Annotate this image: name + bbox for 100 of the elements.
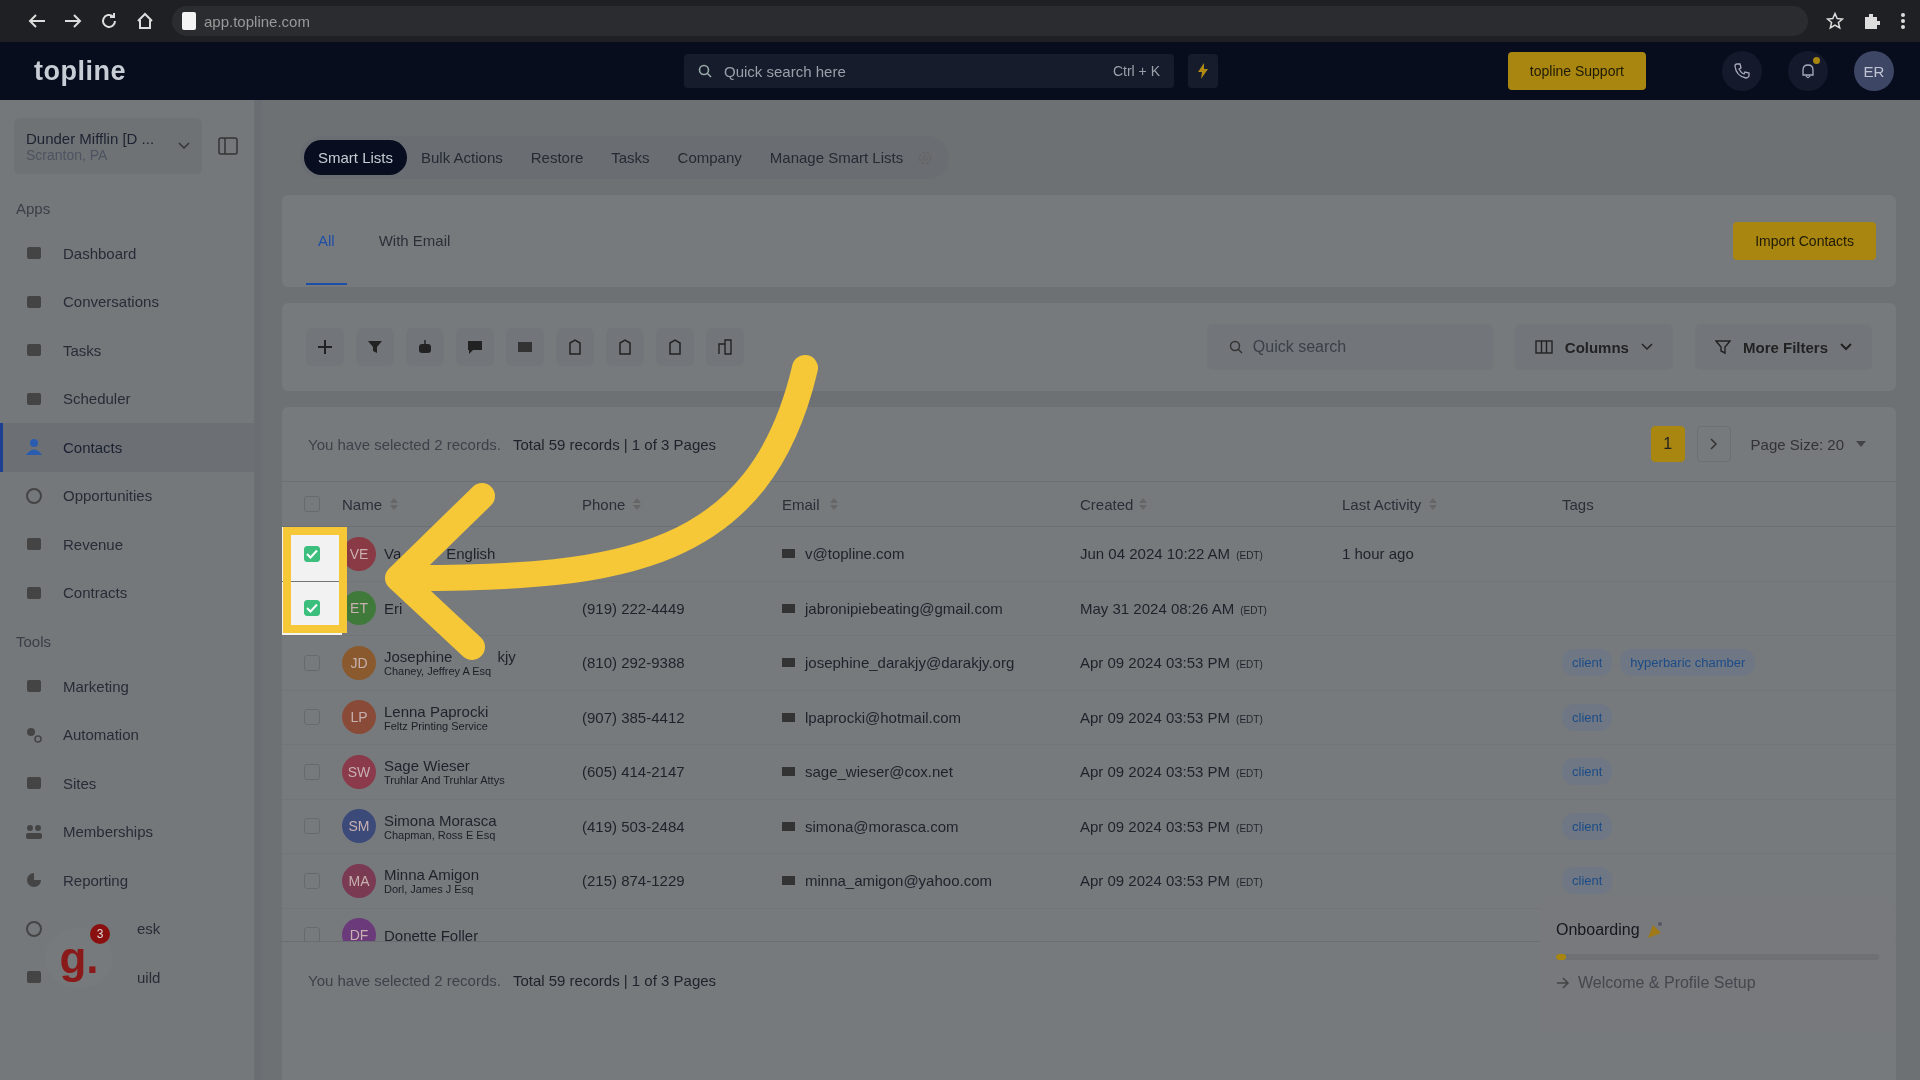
tab[interactable]: With Email: [366, 197, 463, 285]
sidebar-item[interactable]: uild: [137, 968, 161, 986]
contact-name[interactable]: kjy: [497, 648, 516, 666]
star-icon[interactable]: [1826, 12, 1844, 30]
contact-name[interactable]: Simona Morasca: [384, 811, 497, 829]
notifications-button[interactable]: [1788, 51, 1828, 91]
contact-name[interactable]: Lenna Paprocki: [384, 702, 489, 720]
records-summary: Total 59 records | 1 of 3 Pages: [512, 435, 717, 453]
tag[interactable]: client: [1562, 867, 1613, 895]
sidebar-toggle-icon[interactable]: [218, 137, 238, 155]
search-field[interactable]: Quick search here Ctrl + K: [684, 54, 1174, 88]
contact-name[interactable]: English: [446, 545, 496, 563]
sidebar-item[interactable]: Contacts: [0, 423, 254, 472]
search-field[interactable]: Quick search: [1206, 324, 1493, 370]
puzzle-icon[interactable]: [1862, 11, 1882, 31]
sidebar-item[interactable]: Revenue: [0, 520, 254, 569]
mail-button[interactable]: [506, 328, 544, 366]
columns-button[interactable]: Columns: [1514, 324, 1673, 370]
selection-summary: You have selected 2 records.: [308, 972, 501, 989]
filter-button[interactable]: [356, 328, 394, 366]
home-icon[interactable]: [136, 12, 154, 30]
contact-name[interactable]: Minna Amigon: [384, 866, 480, 884]
sidebar-item[interactable]: Tasks: [0, 326, 254, 375]
support-button[interactable]: topline Support: [1507, 52, 1646, 90]
tag[interactable]: client: [1562, 649, 1613, 677]
forward-icon[interactable]: [64, 13, 82, 29]
address-bar[interactable]: app.topline.com: [172, 6, 1808, 36]
table-cell: minna_amigon@yahoo.com: [805, 872, 992, 890]
more-icon[interactable]: [1900, 12, 1906, 30]
table-cell: (215) 874-1229: [582, 872, 685, 890]
gear-icon: [25, 725, 43, 744]
contact-name[interactable]: Va: [384, 545, 402, 563]
company-name: Dorl, James J Esq: [384, 883, 475, 896]
person-icon: [25, 438, 43, 457]
sidebar-item[interactable]: Marketing: [0, 662, 254, 711]
phone-button[interactable]: [1722, 51, 1762, 91]
next-page-button[interactable]: [1696, 426, 1731, 462]
tag[interactable]: hyperbaric chamber: [1620, 649, 1756, 677]
contact-name[interactable]: Josephine: [384, 648, 453, 666]
robot-button[interactable]: [406, 328, 444, 366]
column-header[interactable]: Email: [782, 495, 820, 513]
back-icon[interactable]: [28, 13, 46, 29]
chevron-down-icon: [178, 142, 190, 150]
contact-avatar: LP: [342, 700, 376, 735]
tab[interactable]: Manage Smart Lists: [755, 140, 918, 175]
sidebar-item[interactable]: Automation: [0, 710, 254, 759]
column-header[interactable]: Created: [1080, 495, 1134, 513]
import-contacts-button[interactable]: Import Contacts: [1733, 222, 1876, 260]
table-cell: May 31 2024 08:26 AM: [1080, 599, 1235, 617]
sidebar-item[interactable]: Memberships: [0, 807, 254, 856]
tag[interactable]: client: [1562, 703, 1613, 731]
sidebar-item[interactable]: Conversations: [0, 277, 254, 326]
user-avatar[interactable]: ER: [1854, 51, 1894, 91]
building-button[interactable]: [706, 328, 744, 366]
tab[interactable]: Smart Lists: [304, 140, 407, 175]
tab[interactable]: Company: [663, 140, 756, 175]
column-header[interactable]: Last Activity: [1342, 495, 1422, 513]
table-cell: jabronipiebeating@gmail.com: [805, 599, 1003, 617]
timezone-label: (EDT): [1236, 822, 1263, 834]
caret-down-icon[interactable]: [1856, 441, 1866, 447]
contact-avatar: SM: [342, 809, 376, 844]
sidebar-item[interactable]: esk: [137, 920, 161, 938]
contact-name[interactable]: Sage Wieser: [384, 757, 470, 775]
table-cell: Apr 09 2024 03:53 PM: [1080, 708, 1231, 726]
tab[interactable]: Restore: [516, 140, 598, 175]
row-checkbox[interactable]: [304, 545, 320, 562]
column-header[interactable]: Name: [342, 495, 382, 513]
row-checkbox[interactable]: [304, 600, 320, 617]
chevron-right-icon: [1709, 438, 1718, 450]
timezone-label: (EDT): [1240, 604, 1267, 616]
reload-icon[interactable]: [100, 12, 118, 30]
tab[interactable]: Tasks: [597, 140, 664, 175]
sidebar-item[interactable]: Contracts: [0, 568, 254, 617]
page-button[interactable]: 1: [1650, 426, 1685, 462]
column-header[interactable]: Tags: [1562, 495, 1594, 513]
tag[interactable]: client: [1562, 812, 1613, 840]
sidebar-item[interactable]: Scheduler: [0, 374, 254, 423]
sidebar-item[interactable]: Reporting: [0, 856, 254, 905]
column-header[interactable]: Phone: [582, 495, 626, 513]
columns-icon: [1534, 340, 1553, 354]
lightning-button[interactable]: [1188, 54, 1218, 88]
tag[interactable]: client: [1562, 758, 1613, 786]
more-filters-button[interactable]: More Filters: [1694, 324, 1872, 370]
timezone-label: (EDT): [1236, 877, 1263, 889]
contact-name[interactable]: Donette Foller: [384, 926, 479, 941]
plus-button[interactable]: [306, 328, 344, 366]
timezone-label: (EDT): [1236, 659, 1263, 671]
tab[interactable]: All: [306, 197, 347, 285]
onboarding-title: Onboarding: [1556, 921, 1640, 939]
contact-name[interactable]: Eri: [384, 599, 403, 617]
tab[interactable]: Bulk Actions: [407, 140, 517, 175]
mail-icon: [782, 549, 795, 559]
page-size-select[interactable]: Page Size: 20: [1750, 435, 1844, 453]
logo[interactable]: topline: [34, 55, 670, 87]
pie-chart-icon: [25, 871, 43, 890]
sidebar-item[interactable]: Dashboard: [0, 229, 254, 278]
chat-button[interactable]: [456, 328, 494, 366]
sidebar-item[interactable]: Sites: [0, 759, 254, 808]
sidebar-item[interactable]: Opportunities: [0, 471, 254, 520]
search-icon: [1228, 340, 1243, 354]
